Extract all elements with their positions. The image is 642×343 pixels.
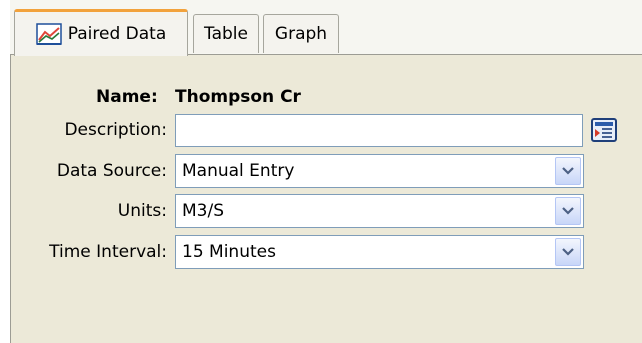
units-value: M3/S [182, 201, 225, 221]
text-editor-icon [591, 118, 617, 142]
tab-table-label: Table [204, 24, 248, 44]
chevron-down-icon[interactable] [555, 238, 581, 266]
time-interval-select[interactable]: 15 Minutes [175, 235, 584, 269]
description-field[interactable] [175, 114, 583, 147]
chevron-down-icon[interactable] [555, 197, 581, 225]
time-interval-label: Time Interval: [49, 242, 167, 262]
name-label: Name: [96, 87, 158, 107]
tab-paired-data[interactable]: Paired Data [14, 9, 188, 56]
units-label: Units: [117, 201, 167, 221]
chevron-down-icon[interactable] [555, 157, 581, 185]
tab-graph-label: Graph [274, 24, 328, 44]
line-chart-icon [36, 23, 62, 45]
name-value: Thompson Cr [175, 87, 301, 107]
time-interval-value: 15 Minutes [182, 242, 276, 262]
data-source-select[interactable]: Manual Entry [175, 154, 584, 188]
tab-paired-data-label: Paired Data [67, 24, 167, 44]
data-source-label: Data Source: [56, 161, 167, 181]
tab-graph[interactable]: Graph [263, 14, 339, 53]
description-browse-button[interactable] [589, 115, 619, 145]
tab-table[interactable]: Table [193, 14, 259, 53]
description-label: Description: [64, 120, 167, 140]
units-select[interactable]: M3/S [175, 194, 584, 228]
data-source-value: Manual Entry [182, 161, 295, 181]
